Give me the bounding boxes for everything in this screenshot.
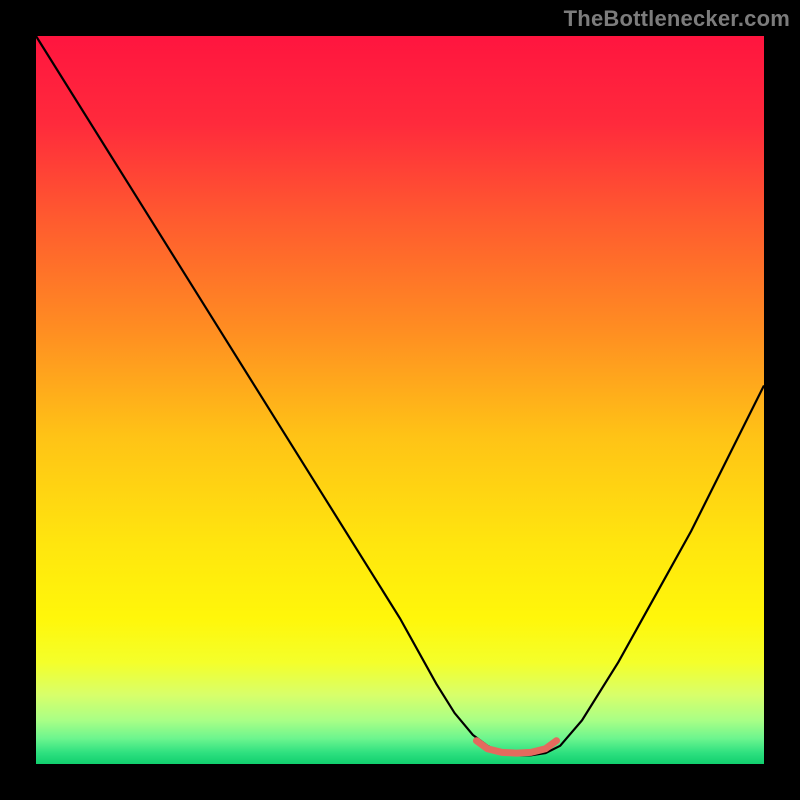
plot-area bbox=[36, 36, 764, 764]
watermark-text: TheBottlenecker.com bbox=[564, 6, 790, 32]
gradient-background bbox=[36, 36, 764, 764]
bottleneck-curve-chart bbox=[36, 36, 764, 764]
chart-frame: TheBottlenecker.com bbox=[0, 0, 800, 800]
